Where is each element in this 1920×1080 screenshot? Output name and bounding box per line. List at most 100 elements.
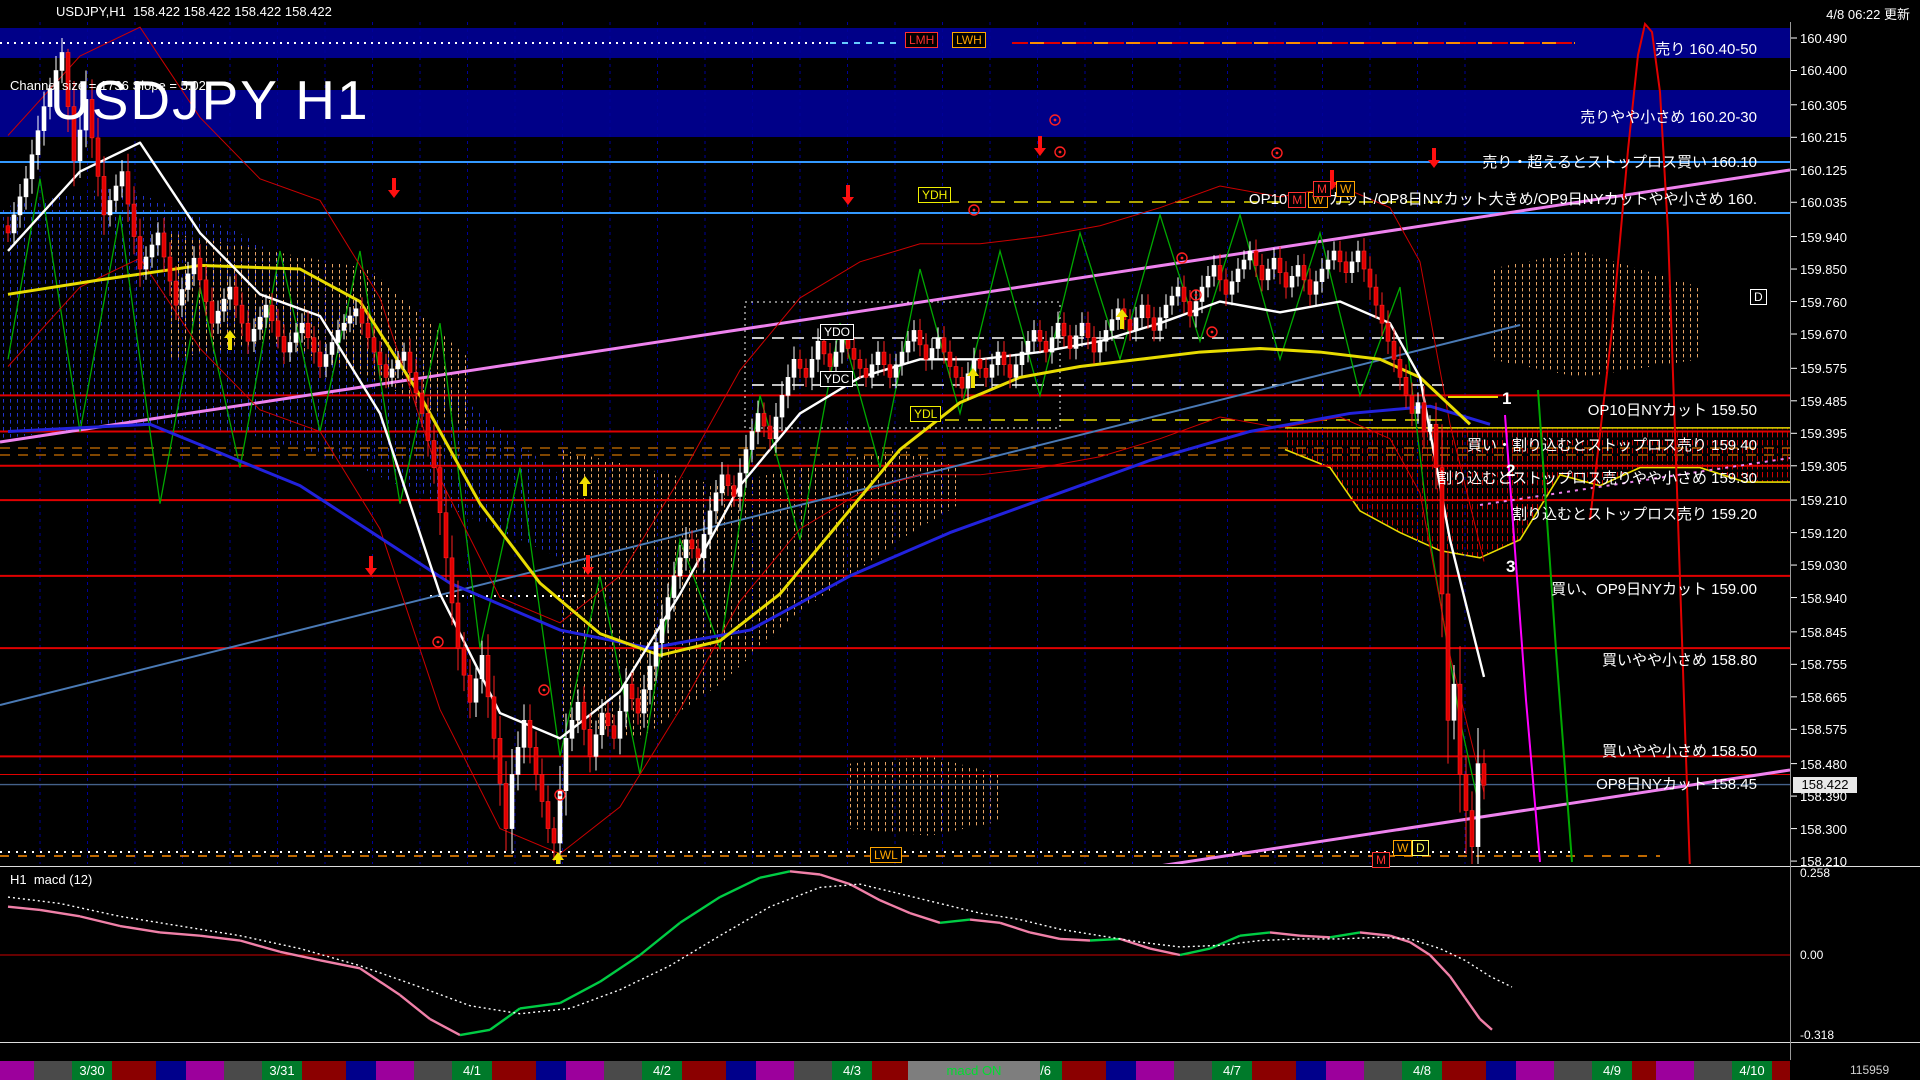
- macd-scale-label: 0.00: [1800, 948, 1824, 962]
- level-tag-lmh: LMH: [905, 32, 939, 48]
- price-axis-label: 159.850: [1800, 262, 1847, 278]
- price-axis-label: 159.760: [1800, 294, 1847, 310]
- price-axis-label: 158.755: [1800, 657, 1847, 673]
- macd-indicator-label: H1 macd (12): [10, 872, 93, 887]
- level-tag-ydh: YDH: [918, 187, 952, 203]
- macd-line: [719, 876, 761, 899]
- date-axis-label: 4/7: [1222, 1063, 1242, 1078]
- level-tag-d: D: [1750, 289, 1767, 305]
- date-axis-label: 4/2: [652, 1063, 672, 1078]
- macd-line: [7, 905, 41, 912]
- macd-line: [909, 911, 941, 924]
- macd-line: [759, 870, 791, 879]
- annotation-0: 売り 160.40-50: [1655, 41, 1757, 58]
- macd-on-button[interactable]: macd ON: [908, 1061, 1040, 1080]
- price-axis-label: 158.845: [1800, 624, 1847, 640]
- macd-line: [519, 1001, 561, 1010]
- macd-line: [1269, 931, 1301, 937]
- macd-line: [1059, 937, 1091, 942]
- sell-arrow-icon: [1428, 160, 1440, 168]
- annotation-10: 買いやや小さめ 158.50: [1601, 743, 1757, 760]
- wave-count-label: 2: [1506, 461, 1516, 480]
- macd-line: [319, 959, 361, 970]
- price-axis-label: 160.125: [1800, 162, 1847, 178]
- annotation-1: 売りやや小さめ 160.20-30: [1580, 109, 1757, 126]
- mt4-chart-window: USDJPY,H1 158.422 158.422 158.422 158.42…: [0, 0, 1920, 1080]
- ichimoku-cloud: [850, 756, 1000, 836]
- macd-line: [939, 918, 971, 924]
- macd-line: [1179, 947, 1211, 957]
- macd-line: [1209, 934, 1241, 950]
- sell-arrow-icon: [1034, 148, 1046, 156]
- annotation-9: 買いやや小さめ 158.80: [1601, 652, 1757, 669]
- date-axis-label: 4/9: [1602, 1063, 1622, 1078]
- macd-signal-line: [7, 883, 1513, 1015]
- sell-arrow-icon: [365, 568, 377, 576]
- sell-arrow-icon: [388, 190, 400, 198]
- date-axis-label: 3/31: [269, 1063, 295, 1078]
- macd-line: [239, 939, 281, 953]
- price-axis-label: 158.300: [1800, 821, 1847, 837]
- macd-line: [159, 931, 201, 937]
- level-tag-m: M: [1313, 181, 1331, 197]
- macd-line: [1389, 934, 1411, 944]
- macd-line: [1089, 937, 1121, 942]
- price-axis-label: 159.575: [1800, 361, 1847, 377]
- price-axis-label: 159.940: [1800, 229, 1847, 245]
- date-axis-label: 4/3: [842, 1063, 862, 1078]
- price-axis-label: 159.305: [1800, 458, 1847, 474]
- price-axis-label: 160.490: [1800, 31, 1847, 46]
- price-axis-label: 159.030: [1800, 558, 1847, 574]
- chart-header: USDJPY,H1 158.422 158.422 158.422 158.42…: [0, 0, 1920, 22]
- price-axis-label: 159.120: [1800, 525, 1847, 541]
- sell-arrow-icon: [842, 197, 854, 205]
- macd-line: [1299, 934, 1331, 939]
- current-price-tag: 158.422: [1793, 776, 1857, 793]
- price-axis-label: 160.305: [1800, 97, 1847, 113]
- macd-line: [459, 1028, 491, 1037]
- ichimoku-cloud: [0, 186, 560, 558]
- macd-line: [199, 934, 241, 942]
- macd-line: [119, 924, 161, 934]
- macd-line: [1119, 937, 1151, 950]
- macd-line: [1464, 997, 1481, 1020]
- annotation-11: OP8日NYカット 158.45: [1596, 776, 1757, 793]
- price-axis-label: 158.665: [1800, 689, 1847, 705]
- annotation-2: 売り・超えるとストップロス買い 160.10: [1482, 154, 1757, 171]
- price-axis-label: 160.215: [1800, 130, 1847, 146]
- level-tag-ydc: YDC: [820, 371, 854, 387]
- price-axis-label: 158.575: [1800, 722, 1847, 738]
- macd-line: [1359, 931, 1391, 937]
- macd-line: [1239, 931, 1271, 937]
- annotation-4: OP10日NYカット 159.50: [1587, 402, 1757, 419]
- price-axis-label: 159.670: [1800, 327, 1847, 343]
- update-time: 4/8 06:22 更新: [1826, 7, 1910, 22]
- macd-line: [879, 899, 911, 915]
- macd-line: [969, 918, 1001, 924]
- price-axis-label: 158.940: [1800, 590, 1847, 606]
- macd-line: [39, 908, 81, 918]
- date-axis-label: 4/10: [1739, 1063, 1765, 1078]
- macd-line: [559, 980, 601, 1005]
- macd-line: [1449, 975, 1466, 999]
- annotation-6: 割り込むとストップロス売りやや小さめ 159.30: [1436, 470, 1757, 487]
- macd-line: [679, 896, 721, 924]
- ichimoku-cloud: [560, 449, 960, 739]
- macd-scale-label: -0.318: [1800, 1028, 1835, 1042]
- price-axis-label: 160.400: [1800, 63, 1847, 79]
- symbol-info: USDJPY,H1 158.422 158.422 158.422 158.42…: [56, 4, 332, 19]
- macd-line: [1329, 931, 1361, 939]
- macd-line: [849, 883, 881, 902]
- macd-line: [789, 870, 821, 876]
- last-tick-time: 115959: [1850, 1063, 1890, 1077]
- macd-line: [399, 994, 431, 1021]
- level-tag-ydl: YDL: [910, 406, 942, 422]
- annotation-8: 買い、OP9日NYカット 159.00: [1551, 581, 1757, 598]
- macd-line: [639, 921, 681, 956]
- price-axis-label: 160.035: [1800, 195, 1847, 211]
- date-axis-label: 4/1: [462, 1063, 482, 1078]
- level-tag-w: W: [1336, 181, 1356, 197]
- price-axis-label: 159.395: [1800, 426, 1847, 442]
- date-axis-label: 4/8: [1412, 1063, 1432, 1078]
- macd-line: [1029, 931, 1061, 941]
